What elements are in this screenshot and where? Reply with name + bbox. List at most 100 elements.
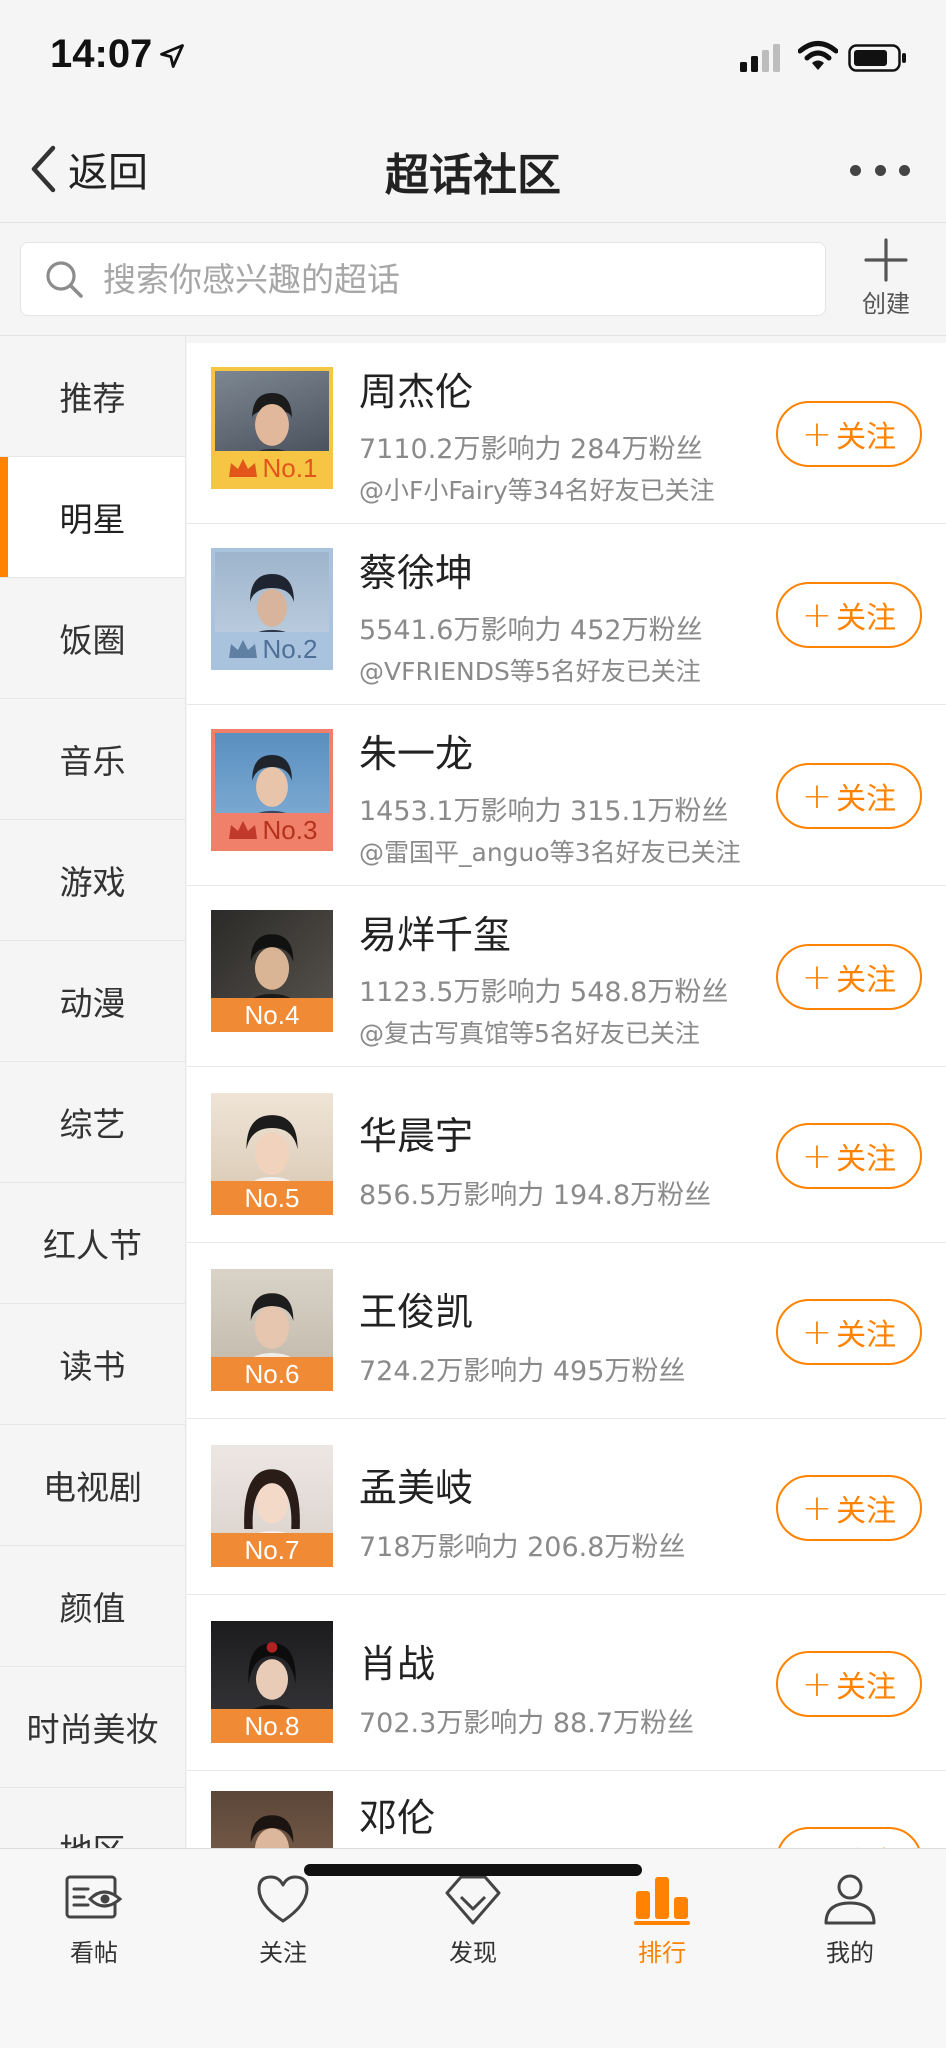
more-options-button[interactable] (850, 155, 910, 185)
plus-icon: + (801, 413, 833, 455)
tab-label: 看帖 (70, 1939, 118, 1967)
tab-label: 排行 (638, 1939, 686, 1967)
sidebar-item-influencer[interactable]: 红人节 (0, 1183, 185, 1304)
follow-button[interactable]: +关注 (776, 763, 922, 829)
home-indicator[interactable] (304, 1864, 642, 1876)
avatar[interactable]: No.7 (211, 1445, 333, 1567)
sidebar-item-label: 颜值 (59, 1589, 126, 1628)
sidebar-item-fandom[interactable]: 饭圈 (0, 578, 185, 699)
rank-number: No.8 (244, 1710, 300, 1741)
view-posts-icon (65, 1875, 123, 1919)
list-item[interactable]: No.1 周杰伦 7110.2万影响力 284万粉丝 @小F小Fairy等34名… (187, 343, 946, 524)
location-arrow-icon (160, 44, 184, 68)
ranking-bars-icon (634, 1877, 690, 1925)
sidebar-item-music[interactable]: 音乐 (0, 699, 185, 820)
tab-ranking[interactable]: 排行 (602, 1871, 722, 1981)
topic-name[interactable]: 肖战 (359, 1633, 435, 1688)
person-photo-icon (250, 1814, 294, 1848)
avatar[interactable] (211, 1791, 333, 1848)
list-item[interactable]: No.2 蔡徐坤 5541.6万影响力 452万粉丝 @VFRIENDS等5名好… (187, 524, 946, 705)
topic-name[interactable]: 孟美岐 (359, 1457, 473, 1512)
topic-name[interactable]: 蔡徐坤 (359, 542, 473, 597)
sidebar-item-anime[interactable]: 动漫 (0, 941, 185, 1062)
create-label: 创建 (862, 290, 910, 318)
sidebar-item-label: 电视剧 (43, 1468, 142, 1507)
avatar[interactable]: No.4 (211, 910, 333, 1032)
avatar[interactable]: No.6 (211, 1269, 333, 1391)
list-item[interactable]: No.5 华晨宇 856.5万影响力 194.8万粉丝 + 关注 (187, 1067, 946, 1243)
plus-icon: + (801, 1135, 833, 1177)
sidebar-item-label: 游戏 (59, 863, 126, 902)
list-item[interactable]: No.7 孟美岐 718万影响力 206.8万粉丝 + 关注 (187, 1419, 946, 1595)
sidebar-item-recommend[interactable]: 推荐 (0, 336, 185, 457)
follow-button[interactable]: +关注 (776, 944, 922, 1010)
sidebar-item-label: 动漫 (59, 984, 126, 1023)
sidebar-item-games[interactable]: 游戏 (0, 820, 185, 941)
topic-name[interactable]: 王俊凯 (359, 1281, 473, 1336)
follow-label: 关注 (836, 1142, 897, 1177)
rank-number: No.1 (262, 452, 318, 483)
rank-number: No.2 (262, 633, 318, 664)
back-button[interactable]: 返回 (28, 141, 148, 197)
search-box[interactable] (20, 242, 826, 316)
topic-name[interactable]: 周杰伦 (359, 361, 473, 416)
follow-button[interactable]: +关注 (776, 1651, 922, 1717)
avatar[interactable]: No.1 (211, 367, 333, 489)
tab-me[interactable]: 我的 (790, 1871, 910, 1981)
search-input[interactable] (103, 259, 783, 299)
follow-label: 关注 (836, 601, 897, 636)
dot-icon (899, 164, 910, 176)
friends-following: @VFRIENDS等5名好友已关注 (359, 657, 701, 686)
rank-number: No.4 (244, 999, 300, 1030)
battery-icon (848, 44, 906, 72)
avatar[interactable]: No.8 (211, 1621, 333, 1743)
rank-badge: No.6 (211, 1357, 333, 1391)
list-item[interactable]: No.4 易烊千玺 1123.5万影响力 548.8万粉丝 @复古写真馆等5名好… (187, 886, 946, 1067)
follow-label: 关注 (836, 420, 897, 455)
sidebar-item-region[interactable]: 地区 (0, 1788, 185, 1848)
sidebar-item-stars[interactable]: 明星 (0, 457, 185, 578)
tab-discover[interactable]: 发现 (413, 1871, 533, 1981)
list-item[interactable]: No.6 王俊凯 724.2万影响力 495万粉丝 + 关注 (187, 1243, 946, 1419)
list-item[interactable]: No.3 朱一龙 1453.1万影响力 315.1万粉丝 @雷国平_anguo等… (187, 705, 946, 886)
avatar[interactable]: No.3 (211, 729, 333, 851)
sidebar-item-looks[interactable]: 颜值 (0, 1546, 185, 1667)
follow-button[interactable]: +关注 (776, 582, 922, 648)
diamond-icon (445, 1875, 501, 1925)
sidebar-item-label: 时尚美妆 (26, 1710, 159, 1749)
plus-icon: + (801, 775, 833, 817)
avatar[interactable]: No.2 (211, 548, 333, 670)
topic-name[interactable]: 华晨宇 (359, 1105, 473, 1160)
rank-badge: No.3 (215, 813, 329, 847)
follow-button[interactable]: +关注 (776, 1123, 922, 1189)
topic-name[interactable]: 朱一龙 (359, 723, 473, 778)
follow-label: 关注 (836, 963, 897, 998)
list-item[interactable]: No.8 肖战 702.3万影响力 88.7万粉丝 + 关注 (187, 1595, 946, 1771)
plus-icon: + (801, 1663, 833, 1705)
follow-button[interactable]: +关注 (776, 1827, 922, 1848)
sidebar-item-variety[interactable]: 综艺 (0, 1062, 185, 1183)
topic-stats: 7110.2万影响力 284万粉丝 (359, 434, 703, 465)
category-sidebar: 推荐 明星 饭圈 音乐 游戏 动漫 综艺 红人节 读书 电视剧 颜值 时尚美妆 … (0, 336, 186, 1848)
cellular-signal-icon (740, 44, 780, 72)
avatar[interactable]: No.5 (211, 1093, 333, 1215)
sidebar-item-fashion[interactable]: 时尚美妆 (0, 1667, 185, 1788)
create-button[interactable]: 创建 (846, 238, 926, 324)
tab-view-posts[interactable]: 看帖 (34, 1871, 154, 1981)
follow-button[interactable]: +关注 (776, 1475, 922, 1541)
search-row: 创建 (0, 224, 946, 336)
back-label: 返回 (68, 150, 148, 196)
topic-stats: 856.5万影响力 194.8万粉丝 (359, 1180, 712, 1211)
topic-name[interactable]: 易烊千玺 (359, 904, 511, 959)
topic-name[interactable]: 邓伦 (359, 1787, 435, 1842)
friends-following: @雷国平_anguo等3名好友已关注 (359, 838, 741, 867)
rank-badge: No.5 (211, 1181, 333, 1215)
sidebar-item-reading[interactable]: 读书 (0, 1304, 185, 1425)
sidebar-item-label: 读书 (59, 1347, 126, 1386)
tab-following[interactable]: 关注 (223, 1871, 343, 1981)
tab-label: 发现 (449, 1939, 497, 1967)
follow-button[interactable]: +关注 (776, 401, 922, 467)
sidebar-item-tv-series[interactable]: 电视剧 (0, 1425, 185, 1546)
follow-button[interactable]: +关注 (776, 1299, 922, 1365)
list-item[interactable]: 邓伦 + 关注 (187, 1771, 946, 1848)
